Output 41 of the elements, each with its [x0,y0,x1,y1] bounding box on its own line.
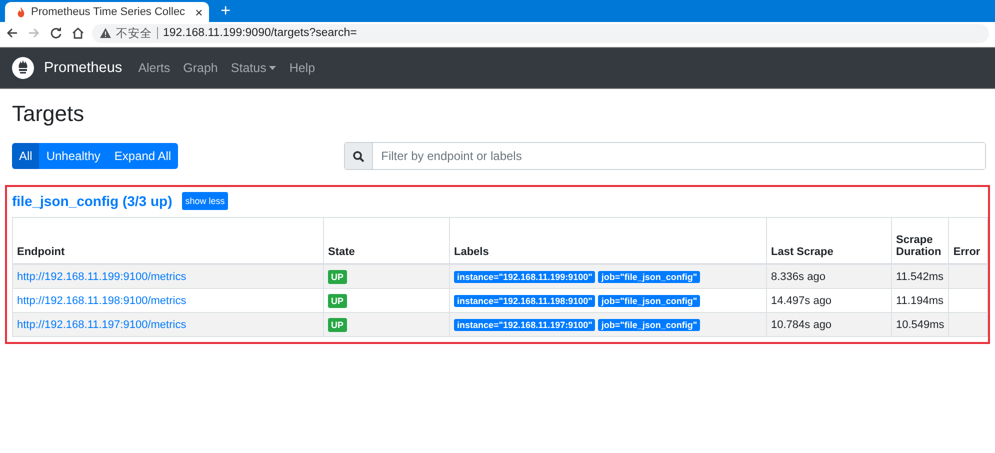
table-cell: 8.336s ago [766,264,892,288]
home-icon[interactable] [72,27,84,39]
job-title-link[interactable]: file_json_config (3/3 up) [12,193,172,209]
filter-button[interactable]: Unhealthy [39,143,108,169]
label-badge: job="file_json_config" [598,318,700,330]
label-badge: instance="192.168.11.199:9100" [454,270,596,282]
endpoint-link[interactable]: http://192.168.11.199:9100/metrics [12,264,324,288]
state-badge: UP [328,294,347,308]
warning-icon [100,28,111,38]
show-less-button[interactable]: show less [182,192,228,210]
label-badge: job="file_json_config" [598,294,700,306]
security-label: 不安全 [116,26,152,40]
nav-link[interactable]: Alerts [138,61,170,75]
address-bar[interactable]: 不安全 192.168.11.199:9090/targets?search= [92,24,989,42]
table-cell: 11.542ms [892,264,949,288]
table-cell: 10.549ms [892,312,949,336]
search-field[interactable]: Filter by endpoint or labels [344,142,986,170]
state-badge: UP [328,318,347,332]
search-icon [353,150,364,162]
state-badge: UP [328,270,347,284]
back-icon[interactable] [6,27,18,39]
label-badge: job="file_json_config" [598,270,700,282]
brand-link[interactable]: Prometheus [44,60,122,76]
torch-logo-icon[interactable] [12,57,34,79]
label-badge: instance="192.168.11.197:9100" [454,318,596,330]
new-tab-button[interactable]: + [220,2,231,20]
reload-icon[interactable] [50,27,62,39]
nav-link[interactable]: Graph [183,61,218,75]
page-title: Targets [12,101,84,127]
table-cell: 10.784s ago [766,312,892,336]
tab-title: Prometheus Time Series Collec [31,6,186,18]
close-tab-button[interactable]: × [195,4,203,20]
endpoint-link[interactable]: http://192.168.11.197:9100/metrics [12,312,324,336]
nav-link[interactable]: Status [230,61,276,75]
flame-icon [17,6,25,18]
filter-button[interactable]: Expand All [107,143,178,169]
url-text: 192.168.11.199:9090/targets?search= [163,27,357,39]
filter-button[interactable]: All [12,143,40,169]
browser-tab[interactable]: Prometheus Time Series Collec × [5,2,209,22]
nav-link[interactable]: Help [289,61,316,75]
label-badge: instance="192.168.11.198:9100" [454,294,596,306]
